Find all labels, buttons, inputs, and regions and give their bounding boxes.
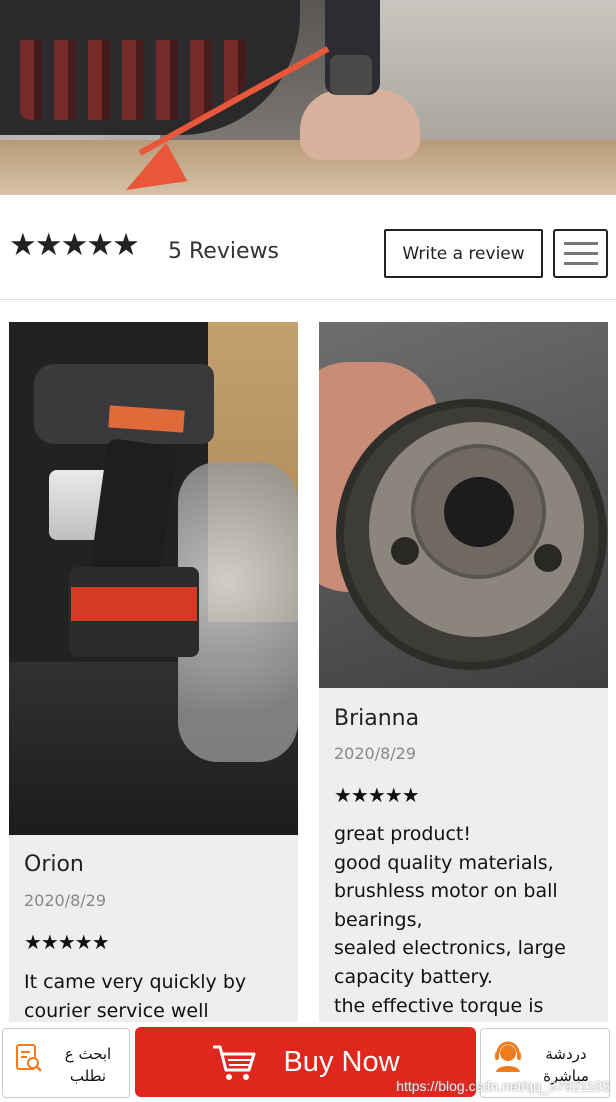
menu-icon-bar (563, 262, 598, 265)
search-order-icon (16, 1044, 42, 1072)
review-photo[interactable] (319, 322, 608, 688)
cart-icon (213, 1045, 256, 1080)
search-order-button[interactable]: ابحث ع نطلب (2, 1028, 130, 1098)
review-photo[interactable] (9, 322, 298, 835)
reviews-count[interactable]: 5 Reviews (168, 239, 279, 264)
battery-stripe (71, 587, 197, 621)
buy-now-label: Buy Now (283, 1045, 400, 1078)
review-date: 2020/8/29 (334, 744, 417, 763)
review-card[interactable]: Orion 2020/8/29 ★★★★★ It came very quick… (9, 322, 298, 1042)
bottom-action-bar: ابحث ع نطلب Buy Now دردشة مباشرة https:/… (0, 1022, 616, 1102)
review-stars: ★★★★★ (24, 930, 110, 954)
gear-pin (391, 537, 419, 565)
review-text: great product! good quality materials, b… (334, 823, 566, 1017)
reviewer-name: Brianna (334, 706, 420, 731)
rating-stars: ★★★★★ (9, 227, 140, 263)
review-text: It came very quickly by courier service … (24, 971, 247, 1022)
support-agent-icon (495, 1041, 521, 1072)
menu-icon-bar (563, 242, 598, 245)
review-date: 2020/8/29 (24, 891, 107, 910)
impact-wrench-head (34, 364, 214, 444)
review-card[interactable]: Brianna 2020/8/29 ★★★★★ great product! g… (319, 322, 608, 1042)
watermark: https://blog.csdn.net/qq_37921105 (396, 1078, 610, 1094)
gear-pin (534, 544, 562, 572)
hero-photo (0, 0, 616, 195)
reviewer-name: Orion (24, 852, 84, 877)
menu-button[interactable] (553, 229, 608, 278)
rating-summary: ★★★★★ 5 Reviews Write a review (0, 195, 616, 300)
worker-hand (300, 90, 420, 160)
write-review-button[interactable]: Write a review (384, 229, 543, 278)
gear-bore (444, 477, 514, 547)
search-order-label: ابحث ع نطلب (64, 1045, 112, 1085)
drill-chuck (330, 55, 372, 95)
menu-icon-bar (563, 252, 598, 255)
review-stars: ★★★★★ (334, 783, 420, 807)
impact-wrench-grip (90, 437, 178, 577)
